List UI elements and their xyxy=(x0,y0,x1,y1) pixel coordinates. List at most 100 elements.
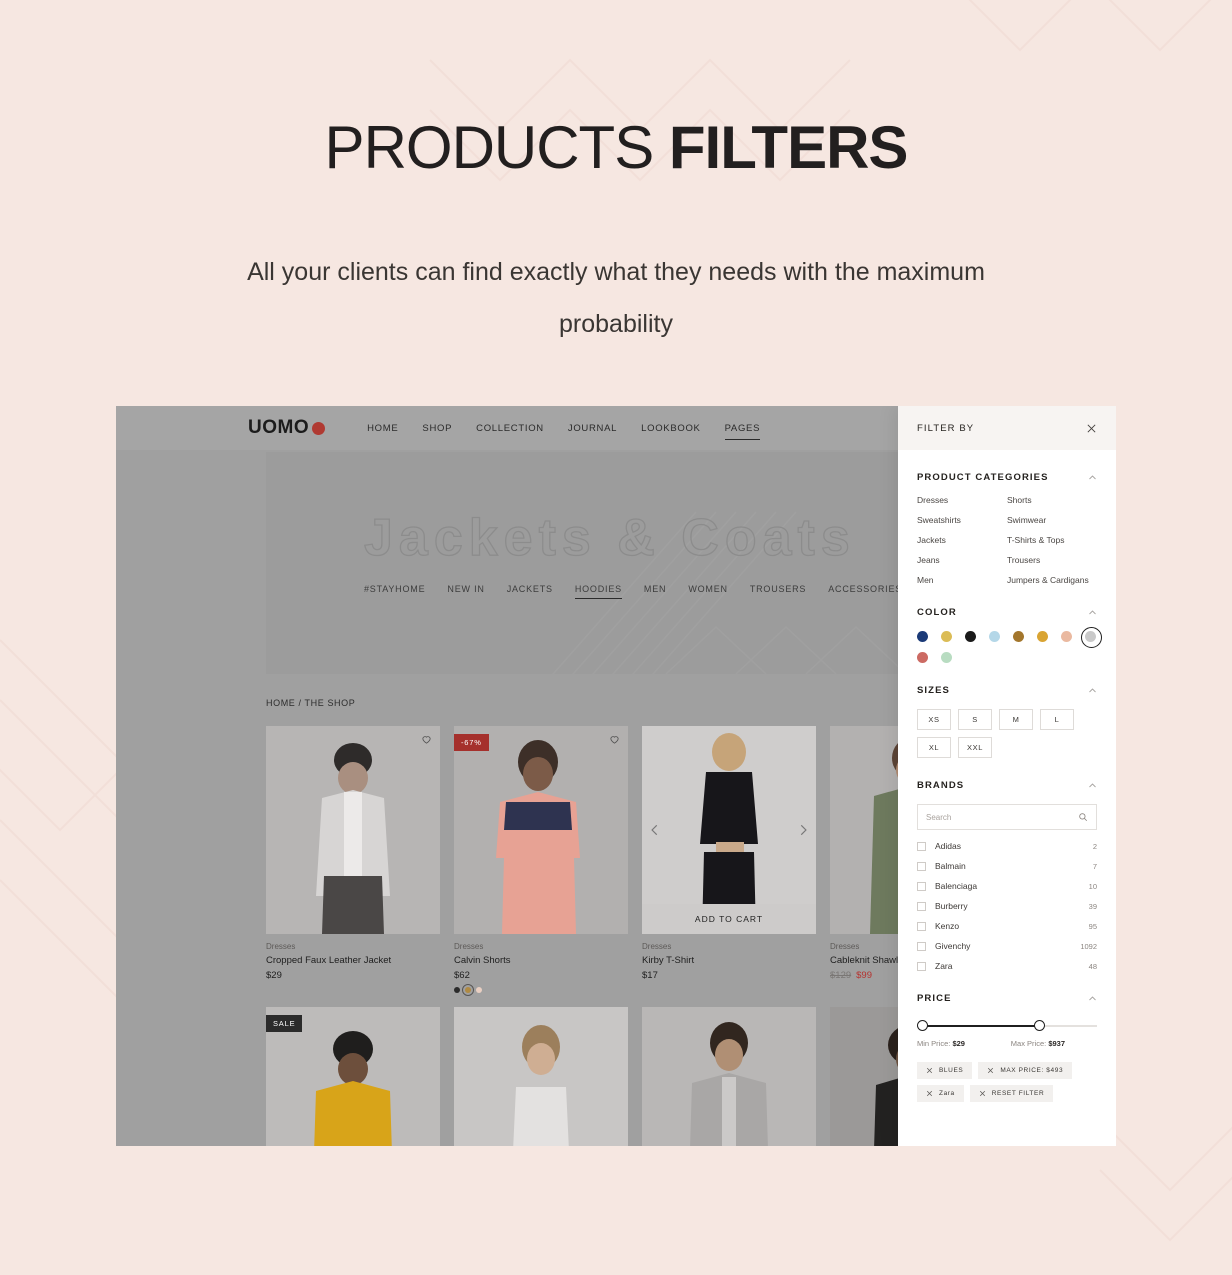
color-option-black[interactable] xyxy=(454,987,460,993)
price-range-slider[interactable] xyxy=(917,1020,1097,1032)
close-icon[interactable] xyxy=(1086,423,1097,434)
category-trousers[interactable]: Trousers xyxy=(1007,555,1097,565)
product-name[interactable]: Kirby T-Shirt xyxy=(642,955,816,966)
filter-tag-blues[interactable]: BLUES xyxy=(917,1062,973,1079)
color-swatch-navy[interactable] xyxy=(917,631,928,642)
hero-cat-trousers[interactable]: TROUSERS xyxy=(750,584,806,594)
section-header[interactable]: COLOR xyxy=(917,607,1097,618)
color-swatch-brown[interactable] xyxy=(1013,631,1024,642)
color-option-blush[interactable] xyxy=(476,987,482,993)
section-header[interactable]: BRANDS xyxy=(917,780,1097,791)
nav-item-journal[interactable]: JOURNAL xyxy=(568,423,617,434)
hero-cat-hoodies[interactable]: HOODIES xyxy=(574,584,623,599)
nav-item-home[interactable]: HOME xyxy=(367,423,398,434)
close-icon[interactable] xyxy=(926,1067,933,1074)
category-jumpers-cardigans[interactable]: Jumpers & Cardigans xyxy=(1007,575,1097,585)
product-thumbnail[interactable]: -67% xyxy=(454,726,628,934)
chevron-up-icon[interactable] xyxy=(1088,781,1097,790)
brand-search-box[interactable] xyxy=(917,804,1097,830)
product-thumbnail[interactable]: SALE xyxy=(266,1007,440,1146)
brand-checkbox[interactable] xyxy=(917,881,926,891)
category-jackets[interactable]: Jackets xyxy=(917,535,1007,545)
size-option-s[interactable]: S xyxy=(958,709,992,730)
slider-handle-max[interactable] xyxy=(1034,1020,1045,1031)
product-card[interactable] xyxy=(454,1007,628,1146)
chevron-up-icon[interactable] xyxy=(1088,994,1097,1003)
size-option-xs[interactable]: XS xyxy=(917,709,951,730)
product-thumbnail[interactable] xyxy=(266,726,440,934)
product-card[interactable]: -67% Dresses Calvin Shorts $62 xyxy=(454,726,628,996)
close-icon[interactable] xyxy=(926,1090,933,1097)
chevron-up-icon[interactable] xyxy=(1088,473,1097,482)
reset-filter-button[interactable]: RESET FILTER xyxy=(969,1085,1054,1102)
filter-tag-zara[interactable]: Zara xyxy=(917,1085,964,1102)
hero-cat-jackets[interactable]: JACKETS xyxy=(507,584,553,594)
product-card[interactable] xyxy=(642,1007,816,1146)
category-jeans[interactable]: Jeans xyxy=(917,555,1007,565)
site-logo[interactable]: UOMO xyxy=(248,417,326,439)
nav-item-pages[interactable]: PAGES xyxy=(724,423,761,440)
section-header[interactable]: PRICE xyxy=(917,993,1097,1004)
chevron-up-icon[interactable] xyxy=(1088,608,1097,617)
category-shorts[interactable]: Shorts xyxy=(1007,495,1097,505)
color-option-gold[interactable] xyxy=(462,984,474,996)
brand-checkbox[interactable] xyxy=(917,841,926,851)
brand-row-balenciaga[interactable]: Balenciaga 10 xyxy=(917,881,1097,891)
product-thumbnail[interactable] xyxy=(642,1007,816,1146)
carousel-next-icon[interactable] xyxy=(796,823,810,837)
color-swatch-black[interactable] xyxy=(965,631,976,642)
nav-item-collection[interactable]: COLLECTION xyxy=(476,423,544,434)
category-dresses[interactable]: Dresses xyxy=(917,495,1007,505)
color-swatch-lightblue[interactable] xyxy=(989,631,1000,642)
search-icon[interactable] xyxy=(1078,812,1088,822)
nav-item-shop[interactable]: SHOP xyxy=(422,423,452,434)
brand-row-givenchy[interactable]: Givenchy 1092 xyxy=(917,941,1097,951)
product-card[interactable]: ADD TO CART Dresses Kirby T-Shirt $17 xyxy=(642,726,816,993)
color-swatch-red[interactable] xyxy=(917,652,928,663)
filter-tag-max-price[interactable]: MAX PRICE: $493 xyxy=(978,1062,1073,1079)
category-sweatshirts[interactable]: Sweatshirts xyxy=(917,515,1007,525)
brand-search-input[interactable] xyxy=(926,812,1078,822)
color-swatch-mint[interactable] xyxy=(941,652,952,663)
category-tshirts-tops[interactable]: T-Shirts & Tops xyxy=(1007,535,1097,545)
product-thumbnail[interactable]: ADD TO CART xyxy=(642,726,816,934)
product-name[interactable]: Cropped Faux Leather Jacket xyxy=(266,955,440,966)
product-thumbnail[interactable] xyxy=(454,1007,628,1146)
hero-cat-newin[interactable]: NEW IN xyxy=(447,584,484,594)
wishlist-icon[interactable] xyxy=(421,734,432,745)
product-name[interactable]: Calvin Shorts xyxy=(454,955,628,966)
close-icon[interactable] xyxy=(987,1067,994,1074)
size-option-xl[interactable]: XL xyxy=(917,737,951,758)
size-option-m[interactable]: M xyxy=(999,709,1033,730)
section-header[interactable]: PRODUCT CATEGORIES xyxy=(917,472,1097,483)
brand-row-adidas[interactable]: Adidas 2 xyxy=(917,841,1097,851)
close-icon[interactable] xyxy=(979,1090,986,1097)
brand-checkbox[interactable] xyxy=(917,901,926,911)
carousel-prev-icon[interactable] xyxy=(648,823,662,837)
section-header[interactable]: SIZES xyxy=(917,685,1097,696)
color-swatch-grey[interactable] xyxy=(1081,627,1102,648)
size-option-xxl[interactable]: XXL xyxy=(958,737,992,758)
color-swatch-gold[interactable] xyxy=(1037,631,1048,642)
category-swimwear[interactable]: Swimwear xyxy=(1007,515,1097,525)
category-men[interactable]: Men xyxy=(917,575,1007,585)
hero-cat-accessories[interactable]: ACCESSORIES xyxy=(828,584,902,594)
product-card[interactable]: SALE xyxy=(266,1007,440,1146)
brand-checkbox[interactable] xyxy=(917,941,926,951)
hero-cat-men[interactable]: MEN xyxy=(644,584,666,594)
nav-item-lookbook[interactable]: LOOKBOOK xyxy=(641,423,700,434)
size-option-l[interactable]: L xyxy=(1040,709,1074,730)
brand-row-zara[interactable]: Zara 48 xyxy=(917,961,1097,971)
color-swatch-mustard[interactable] xyxy=(941,631,952,642)
brand-row-burberry[interactable]: Burberry 39 xyxy=(917,901,1097,911)
hero-cat-women[interactable]: WOMEN xyxy=(688,584,728,594)
color-swatch-peach[interactable] xyxy=(1061,631,1072,642)
chevron-up-icon[interactable] xyxy=(1088,686,1097,695)
slider-handle-min[interactable] xyxy=(917,1020,928,1031)
brand-checkbox[interactable] xyxy=(917,921,926,931)
product-card[interactable]: Dresses Cropped Faux Leather Jacket $29 xyxy=(266,726,440,993)
add-to-cart-button[interactable]: ADD TO CART xyxy=(642,904,816,934)
hero-cat-stayhome[interactable]: #STAYHOME xyxy=(364,584,425,594)
brand-row-balmain[interactable]: Balmain 7 xyxy=(917,861,1097,871)
brand-checkbox[interactable] xyxy=(917,961,926,971)
